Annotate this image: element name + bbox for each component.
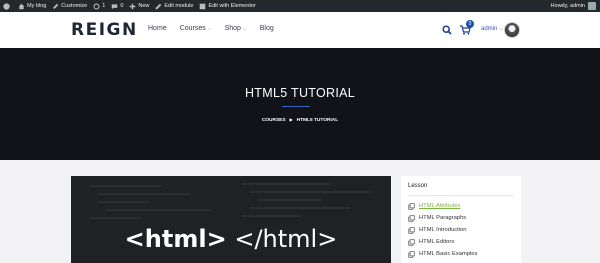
breadcrumb-current: HTML5 TUTORIAL bbox=[296, 118, 339, 123]
plus-icon bbox=[130, 3, 136, 9]
nav-label: Shop bbox=[224, 25, 241, 32]
comment-icon bbox=[112, 3, 118, 9]
html-close-tag: </html> bbox=[234, 225, 338, 253]
home-icon bbox=[18, 3, 25, 9]
admin-avatar bbox=[588, 2, 596, 10]
lesson-label: HTML Paragraphs bbox=[419, 215, 467, 221]
nav-label: Courses bbox=[179, 25, 206, 32]
nav-item-courses[interactable]: Courses ⌵ bbox=[180, 25, 212, 32]
lesson-list: HTML Attributes HTML Paragraphs HTML Int… bbox=[408, 200, 477, 260]
comments-count: 0 bbox=[120, 3, 124, 9]
user-menu[interactable]: admin ⌵ bbox=[481, 26, 503, 32]
lesson-heading: Lesson bbox=[408, 183, 428, 189]
nav-item-shop[interactable]: Shop ⌵ bbox=[225, 25, 247, 32]
chevron-down-icon: ⌵ bbox=[207, 25, 212, 32]
brush-icon bbox=[53, 3, 59, 9]
edit-module-label: Edit module bbox=[164, 3, 194, 9]
nav-label: Home bbox=[148, 25, 167, 32]
lesson-label: HTML Introduction bbox=[419, 227, 467, 233]
admin-bar-new[interactable]: New bbox=[126, 0, 152, 12]
lesson-label: HTML Attributes bbox=[419, 203, 461, 209]
site-header: REIGN Home Courses ⌵ Shop ⌵ Blog 0 admin… bbox=[0, 12, 600, 48]
customize-label: Customize bbox=[61, 3, 88, 9]
admin-bar-edit-elementor[interactable]: Edit with Elementor bbox=[196, 0, 258, 12]
nav-item-blog[interactable]: Blog bbox=[260, 25, 274, 32]
title-underline bbox=[282, 106, 310, 107]
lesson-document-icon bbox=[408, 238, 415, 246]
admin-bar-comments[interactable]: 0 bbox=[108, 0, 126, 12]
lesson-sidebar: Lesson HTML Attributes HTML Paragraphs H… bbox=[401, 176, 521, 263]
chevron-down-icon: ⌵ bbox=[242, 25, 247, 32]
edit-elementor-label: Edit with Elementor bbox=[208, 3, 256, 9]
admin-bar-edit-module[interactable]: Edit module bbox=[152, 0, 196, 12]
breadcrumb-courses[interactable]: COURSES bbox=[262, 118, 286, 123]
lesson-item-html-basic-examples[interactable]: HTML Basic Examples bbox=[408, 248, 477, 260]
hero-html-text: <html> </html> bbox=[71, 225, 391, 253]
lesson-item-html-introduction[interactable]: HTML Introduction bbox=[408, 224, 477, 236]
avatar[interactable] bbox=[504, 22, 520, 38]
admin-bar-customize[interactable]: Customize bbox=[49, 0, 90, 12]
lesson-item-html-editors[interactable]: HTML Editors bbox=[408, 236, 477, 248]
cart-count-badge: 0 bbox=[466, 20, 474, 28]
breadcrumb-separator-icon: ▶ bbox=[289, 117, 293, 122]
breadcrumb: COURSES ▶ HTML5 TUTORIAL bbox=[0, 117, 600, 123]
html-open-tag: <html> bbox=[124, 225, 227, 253]
nav-item-home[interactable]: Home bbox=[148, 25, 167, 32]
wordpress-logo-icon[interactable] bbox=[0, 0, 15, 12]
lesson-label: HTML Editors bbox=[419, 239, 455, 245]
greeting-text: Howdy, admin bbox=[550, 3, 585, 9]
lesson-document-icon bbox=[408, 250, 415, 258]
admin-bar-updates[interactable]: 1 bbox=[90, 0, 108, 12]
page-title: HTML5 TUTORIAL bbox=[244, 86, 355, 100]
chevron-down-icon: ⌵ bbox=[499, 26, 504, 32]
lesson-item-html-paragraphs[interactable]: HTML Paragraphs bbox=[408, 212, 477, 224]
lesson-document-icon bbox=[408, 202, 415, 210]
nav-label: Blog bbox=[259, 25, 274, 32]
user-name: admin bbox=[481, 26, 498, 32]
lesson-item-html-attributes[interactable]: HTML Attributes bbox=[408, 200, 477, 212]
admin-bar-site[interactable]: My blog bbox=[15, 0, 49, 12]
site-name: My blog bbox=[27, 3, 47, 9]
admin-bar-account[interactable]: Howdy, admin bbox=[551, 2, 600, 10]
pencil-icon bbox=[156, 3, 162, 9]
site-logo[interactable]: REIGN bbox=[71, 20, 138, 40]
lesson-document-icon bbox=[408, 214, 415, 222]
new-label: New bbox=[138, 3, 150, 9]
lesson-document-icon bbox=[408, 226, 415, 234]
search-icon[interactable] bbox=[442, 25, 452, 35]
admin-bar: My blog Customize 1 0 New Edit module Ed… bbox=[0, 0, 600, 12]
course-featured-image: <html> </html> bbox=[71, 176, 391, 263]
divider bbox=[408, 195, 514, 196]
updates-count: 1 bbox=[102, 3, 106, 9]
main-nav: Home Courses ⌵ Shop ⌵ Blog bbox=[148, 25, 287, 32]
elementor-icon bbox=[200, 3, 206, 9]
lesson-label: HTML Basic Examples bbox=[419, 251, 478, 257]
updates-icon bbox=[93, 3, 100, 9]
page-banner: HTML5 TUTORIAL COURSES ▶ HTML5 TUTORIAL bbox=[0, 48, 600, 160]
